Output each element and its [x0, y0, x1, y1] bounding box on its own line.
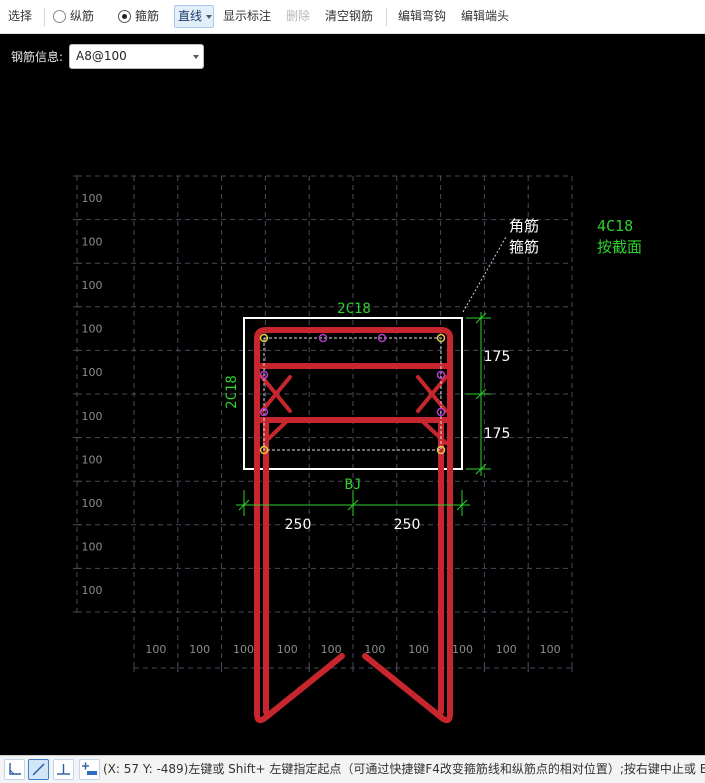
add-point-icon [82, 762, 97, 775]
grid-label-bottom: 100 [496, 643, 517, 656]
radio-button-icon [53, 10, 66, 23]
grid-label-left: 100 [82, 235, 103, 248]
grid-label-bottom: 100 [408, 643, 429, 656]
dimension-width-right: 250 [394, 517, 421, 533]
grid: 100 100 100 100 100 100 100 100 100 100 100 100 100 1… [73, 175, 573, 672]
rebar-info-label: 钢筋信息: [11, 50, 64, 64]
radio-stirrup[interactable]: 箍筋 [118, 0, 164, 33]
corner-rebar-label: 角筋 [509, 217, 539, 235]
toolbar-separator [44, 8, 45, 26]
perpendicular-icon [57, 764, 70, 775]
dimension-height [466, 312, 491, 476]
grid-label-left: 100 [82, 541, 103, 554]
drawing-canvas[interactable]: 100 100 100 100 100 100 100 100 100 100 100 100 100 1… [0, 34, 705, 755]
select-button[interactable]: 选择 [8, 0, 32, 33]
grid-label-bottom: 100 [277, 643, 298, 656]
chevron-down-icon [193, 55, 199, 59]
perpendicular-tool[interactable] [53, 759, 74, 780]
grid-label-bottom: 100 [452, 643, 473, 656]
side-rebar-annotation[interactable]: 2C18 [224, 375, 240, 409]
corner-snap-tool[interactable] [4, 759, 25, 780]
grid-label-bottom: 100 [145, 643, 166, 656]
dimension-width [236, 490, 470, 516]
grid-label-left: 100 [82, 453, 103, 466]
chevron-down-icon [206, 15, 212, 19]
toolbar: 选择 纵筋 箍筋 直线 显示标注 删除 清空钢筋 编辑弯钩 编辑端头 [0, 0, 705, 34]
status-bar: (X: 57 Y: -489)左键或 Shift+ 左键指定起点（可通过快捷键F… [0, 755, 705, 783]
top-rebar-annotation[interactable]: 2C18 [337, 301, 371, 317]
grid-label-bottom: 100 [189, 643, 210, 656]
draw-mode-label: 直线 [178, 9, 203, 23]
stirrup-code-annotation[interactable]: BJ [345, 477, 362, 493]
grid-label-bottom: 100 [233, 643, 254, 656]
edit-end-button[interactable]: 编辑端头 [461, 0, 509, 33]
dimension-height-top: 175 [484, 349, 511, 365]
dimension-extension-lines [243, 490, 463, 516]
rebar-info-value: A8@100 [76, 49, 127, 63]
rebar-info-select[interactable]: A8@100 [69, 44, 204, 69]
grid-label-left: 100 [82, 279, 103, 292]
grid-label-left: 100 [82, 366, 103, 379]
line-draw-icon [32, 763, 45, 776]
grid-label-bottom: 100 [540, 643, 561, 656]
grid-label-left: 100 [82, 323, 103, 336]
radio-stirrup-label: 箍筋 [135, 9, 160, 23]
radio-longitudinal-label: 纵筋 [70, 9, 95, 23]
line-draw-tool[interactable] [28, 759, 49, 780]
corner-rebar-mode[interactable]: 按截面 [597, 238, 642, 256]
add-point-tool[interactable] [79, 759, 100, 780]
dimension-height-bottom: 175 [484, 426, 511, 442]
status-message: (X: 57 Y: -489)左键或 Shift+ 左键指定起点（可通过快捷键F… [103, 762, 705, 776]
corner-rebar-value[interactable]: 4C18 [597, 217, 633, 235]
stirrup-hooks[interactable] [260, 375, 448, 445]
edit-hook-button[interactable]: 编辑弯钩 [398, 0, 446, 33]
radio-button-icon [118, 10, 131, 23]
toolbar-separator [386, 8, 387, 26]
grid-label-bottom: 100 [321, 643, 342, 656]
dimension-extension-lines [466, 317, 491, 470]
grid-label-left: 100 [82, 497, 103, 510]
grid-label-left: 100 [82, 192, 103, 205]
show-annotation-button[interactable]: 显示标注 [223, 0, 271, 33]
grid-label-left: 100 [82, 584, 103, 597]
radio-longitudinal[interactable]: 纵筋 [53, 0, 99, 33]
grid-label-bottom: 100 [364, 643, 385, 656]
dimension-width-left: 250 [285, 517, 312, 533]
draw-mode-dropdown[interactable]: 直线 [174, 5, 214, 28]
stirrup-label: 箍筋 [509, 238, 539, 256]
clear-rebar-button[interactable]: 清空钢筋 [325, 0, 373, 33]
delete-button[interactable]: 删除 [286, 0, 310, 33]
corner-snap-icon [9, 763, 21, 775]
drawing-area[interactable]: 100 100 100 100 100 100 100 100 100 100 100 100 100 1… [0, 34, 705, 755]
grid-label-left: 100 [82, 410, 103, 423]
